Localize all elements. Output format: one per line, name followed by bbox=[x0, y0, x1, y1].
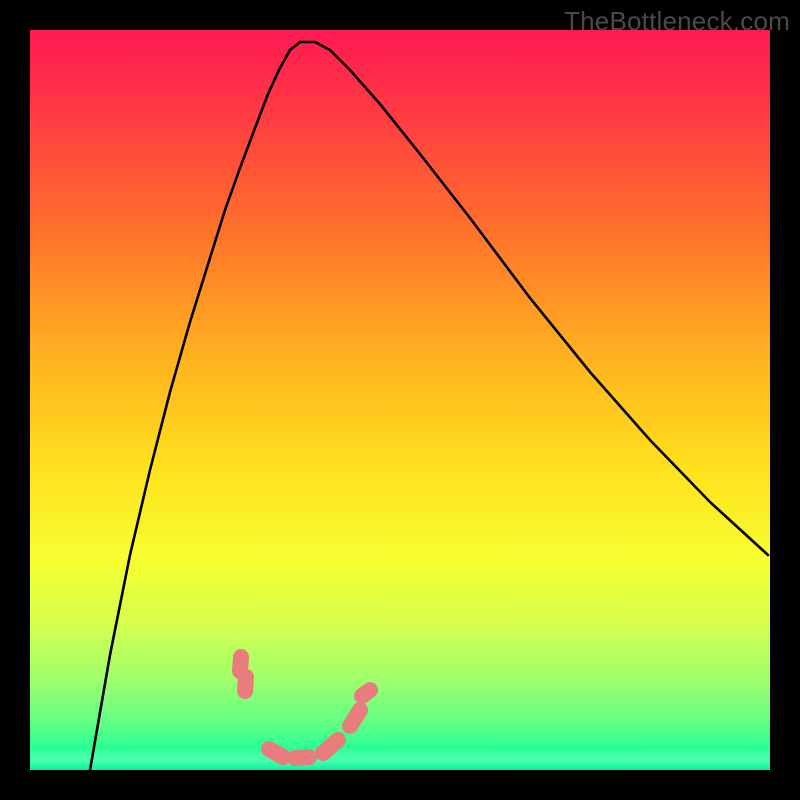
chart-frame: TheBottleneck.com bbox=[0, 0, 800, 800]
marker-capsule bbox=[350, 710, 360, 726]
plot-area bbox=[30, 30, 770, 770]
marker-capsule bbox=[245, 677, 246, 691]
marker-capsule bbox=[295, 757, 309, 758]
marker-capsule bbox=[240, 657, 241, 671]
bottleneck-curve bbox=[90, 42, 768, 770]
marker-cluster bbox=[240, 657, 370, 758]
curve-layer bbox=[30, 30, 770, 770]
marker-capsule bbox=[323, 740, 338, 753]
marker-capsule bbox=[362, 690, 370, 696]
watermark-text: TheBottleneck.com bbox=[564, 6, 790, 37]
marker-capsule bbox=[269, 749, 283, 757]
